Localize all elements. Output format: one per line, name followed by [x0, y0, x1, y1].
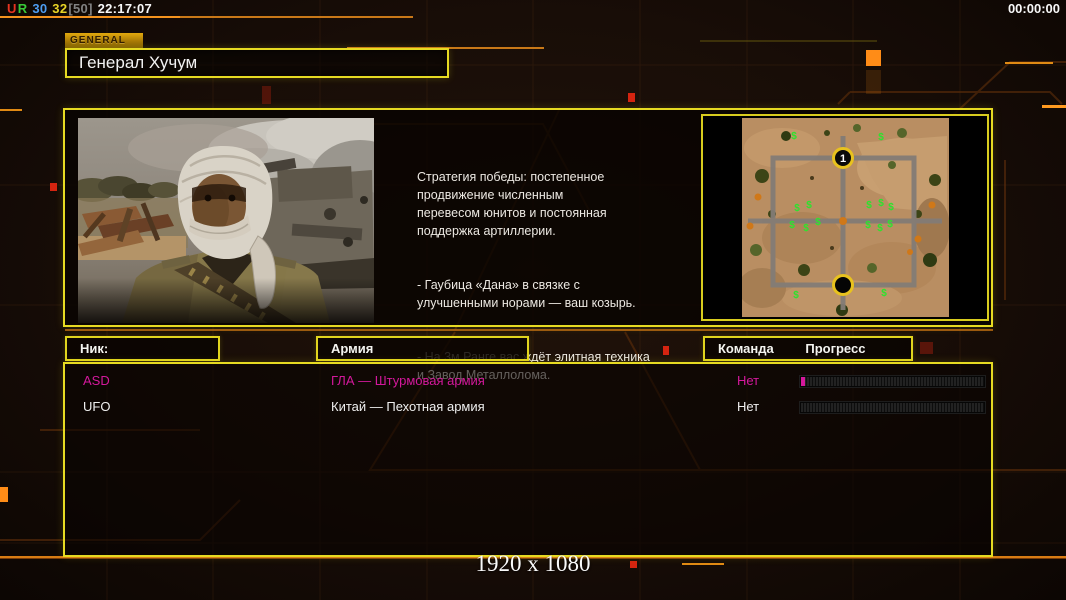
briefing-panel: Стратегия победы: постепенное продвижени… [63, 108, 993, 382]
svg-text:$: $ [888, 202, 894, 213]
svg-text:$: $ [803, 223, 809, 234]
general-portrait [78, 118, 374, 323]
general-name: Генерал Хучум [79, 53, 198, 72]
tab-general[interactable]: GENERAL [65, 33, 143, 48]
svg-text:$: $ [865, 220, 871, 231]
header-army-label: Армия [331, 341, 374, 356]
player-army: Китай — Пехотная армия [331, 399, 485, 414]
player-team: Нет [737, 399, 760, 414]
svg-text:$: $ [791, 131, 797, 142]
header-nick-label: Ник: [80, 341, 109, 356]
svg-text:$: $ [794, 203, 800, 214]
player-nick: UFO [83, 399, 111, 414]
game-lobby-screen: UR 30 32[50] 22:17:07 00:00:00 GENERAL Г… [0, 0, 1066, 600]
match-timer: 00:00:00 [1007, 1, 1060, 16]
svg-text:$: $ [887, 219, 893, 230]
svg-text:$: $ [881, 288, 887, 299]
minimap-preview: $ $$ $$ $$$ $ $$ $ $$ $ 1 [742, 118, 949, 317]
progress-fill [801, 377, 805, 386]
svg-text:$: $ [866, 200, 872, 211]
general-title-box: Генерал Хучум [65, 48, 449, 78]
player-list-panel: ASD ГЛА — Штурмовая армия Нет UFO Китай … [63, 362, 993, 557]
status-segment: 32 [48, 1, 68, 16]
status-segment: R [17, 1, 28, 16]
connection-status: UR 30 32[50] 22:17:07 [7, 1, 153, 16]
strategy-paragraph: - Гаубица «Дана» в связке с улучшенными … [417, 278, 636, 310]
svg-text:$: $ [815, 217, 821, 228]
start-position-marker-2 [832, 274, 854, 296]
minimap-panel: $ $ $ $ $ $ $ $ $ $ $ $ $ $ $ 1 [701, 114, 989, 321]
svg-text:$: $ [793, 290, 799, 301]
status-segment: [50] [68, 1, 93, 16]
header-team-label: Команда [718, 341, 774, 356]
player-row[interactable]: ASD ГЛА — Штурмовая армия Нет [65, 368, 991, 394]
status-segment: U [7, 1, 17, 16]
wreckage-debris [78, 198, 188, 260]
status-segment: 22:17:07 [93, 1, 153, 16]
loading-progress-bar [799, 375, 986, 388]
player-nick: ASD [83, 373, 110, 388]
resolution-label: 1920 x 1080 [475, 551, 591, 576]
svg-text:$: $ [878, 198, 884, 209]
loading-progress-bar [799, 401, 986, 414]
status-segment: 30 [28, 1, 48, 16]
svg-text:$: $ [806, 200, 812, 211]
column-header-nick: Ник: [65, 336, 220, 361]
player-row[interactable]: UFO Китай — Пехотная армия Нет [65, 394, 991, 420]
player-army: ГЛА — Штурмовая армия [331, 373, 485, 388]
start-position-marker-1: 1 [832, 147, 854, 169]
svg-text:$: $ [877, 223, 883, 234]
player-team: Нет [737, 373, 760, 388]
strategy-paragraph: Стратегия победы: постепенное продвижени… [417, 170, 607, 238]
column-header-team-progress: Команда Прогресс [703, 336, 913, 361]
column-header-army: Армия [316, 336, 529, 361]
svg-text:$: $ [789, 220, 795, 231]
header-progress-label: Прогресс [805, 341, 866, 356]
svg-text:1: 1 [840, 153, 846, 165]
svg-text:$: $ [878, 132, 884, 143]
